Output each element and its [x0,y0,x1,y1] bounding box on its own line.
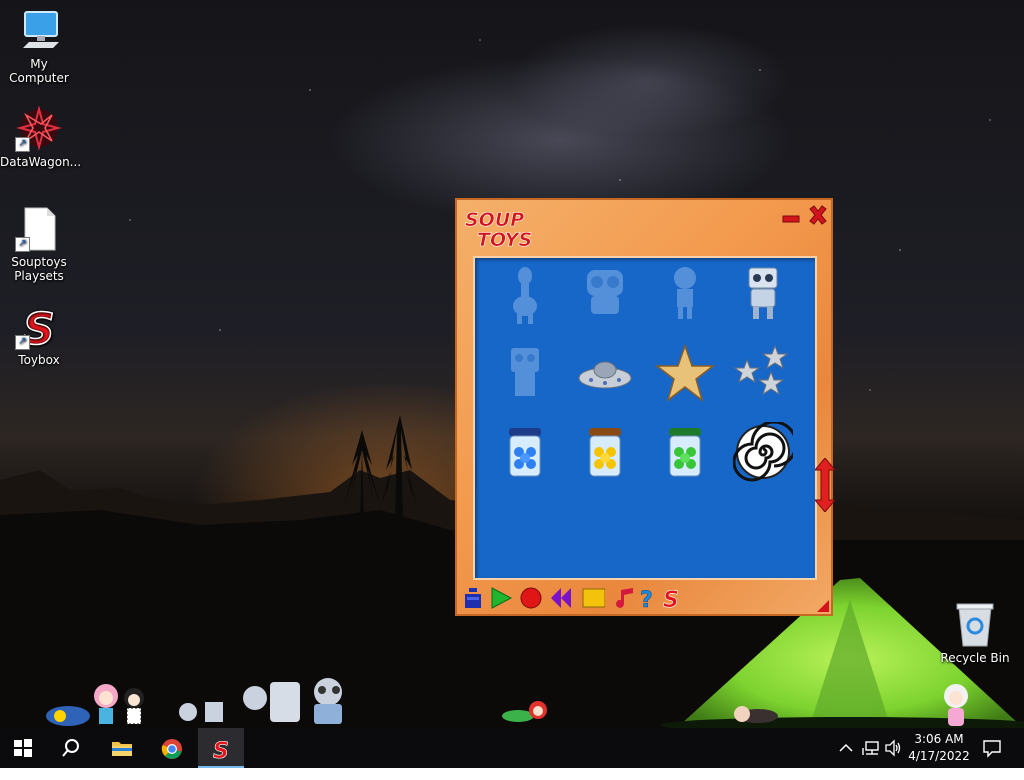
logo-text-toys: TOYS [477,229,532,250]
shortcut-arrow-icon: ↗ [15,137,30,152]
search-icon [62,739,79,757]
taskbar: S 3:06 AM 4/17/2022 [0,728,1024,768]
minimize-button[interactable] [782,210,800,224]
toy-grid [473,256,817,580]
computer-icon [15,8,63,54]
souptoys-window: SOUP TOYS ? S [455,198,835,616]
chrome-icon [161,739,182,759]
scroll-arrows-control[interactable] [815,458,835,512]
desktop-icon-label: Souptoys Playsets [11,255,67,283]
desktop-icon-label: DataWagon... [0,155,82,169]
close-button[interactable] [807,204,829,226]
desktop-toys-group [46,678,342,726]
green-gumball-jar-toy[interactable] [655,422,715,486]
flying-saucer-toy[interactable] [575,342,635,406]
file-explorer-button[interactable] [98,728,144,768]
datawagon-icon: ↗ [15,105,63,152]
music-note-icon[interactable] [613,586,637,610]
souptoys-logo: SOUP TOYS [463,206,533,252]
desktop-icon-datawagon[interactable]: ↗ DataWagon... [0,105,82,169]
windows-logo-icon [14,739,32,757]
desktop-icon-my-computer[interactable]: My Computer [0,8,78,85]
document-icon: ↗ [15,206,63,252]
blue-gumball-jar-toy[interactable] [495,422,555,486]
desktop-icon-toybox[interactable]: S ↗ Toybox [0,303,78,367]
desktop-icon-label: Toybox [18,353,60,367]
girl-doll-toy[interactable] [655,262,715,326]
shortcut-arrow-icon: ↗ [15,335,30,350]
clock-time: 3:06 AM [914,732,964,746]
shortcut-arrow-icon: ↗ [15,237,30,252]
white-hair-doll-toy [944,684,968,726]
stopwatch-icon[interactable] [461,586,485,610]
search-button[interactable] [48,728,94,768]
chrome-button[interactable] [148,728,194,768]
svg-text:S: S [663,588,679,610]
souptoys-s-icon: S ↗ [15,303,63,356]
play-icon[interactable] [489,586,513,610]
notification-icon[interactable] [982,738,1002,778]
dark-lying-doll-toy [734,706,778,723]
network-icon[interactable] [862,739,880,779]
playback-toolbar: ? S [461,584,701,612]
show-hidden-icons-chevron-icon[interactable] [838,740,854,780]
stop-icon[interactable] [581,586,605,610]
taskbar-clock[interactable]: 3:06 AM 4/17/2022 [896,731,982,765]
desktop-icon-label: My Computer [9,57,69,85]
robot-toy[interactable] [733,262,793,326]
desktop-icon-souptoys-playsets[interactable]: ↗ Souptoys Playsets [0,206,78,283]
souptoys-s-icon[interactable]: S [661,586,685,610]
owl-robot-toy[interactable] [575,262,635,326]
svg-text:?: ? [640,588,653,610]
blue-robot-lying-toy [46,706,90,726]
logo-text-soup: SOUP [465,209,524,231]
folder-icon [112,742,132,756]
souptoys-s-icon: S [213,739,229,760]
alien-toy[interactable] [495,262,555,326]
gold-star-toy[interactable] [655,342,715,406]
pink-haired-doll-toy [94,684,118,724]
square-robot-toy[interactable] [495,342,555,406]
striped-doll-toy [124,688,144,725]
yellow-gumball-jar-toy[interactable] [575,422,635,486]
svg-text:S: S [213,739,229,760]
silver-stars-toy[interactable] [733,342,793,406]
souptoys-button[interactable]: S [198,728,244,768]
rewind-icon[interactable] [549,586,573,610]
help-icon[interactable]: ? [637,586,661,610]
silver-robots-toy [179,678,342,724]
clock-date: 4/17/2022 [908,749,970,763]
desktop-icon-recycle-bin[interactable]: Recycle Bin [936,602,1014,665]
green-lying-doll-toy [502,701,547,722]
recycle-bin-icon [951,602,999,648]
desktop-icon-label: Recycle Bin [940,651,1010,665]
record-icon[interactable] [519,586,543,610]
resize-grip-icon[interactable] [817,600,829,612]
start-button[interactable] [0,728,46,768]
spiral-toy[interactable] [733,422,793,486]
